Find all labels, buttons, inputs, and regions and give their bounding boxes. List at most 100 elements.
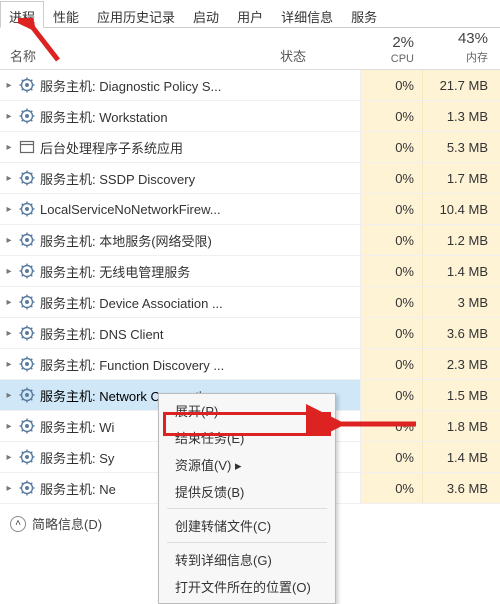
process-cpu: 0% — [360, 442, 422, 472]
memory-percent: 43% — [458, 30, 488, 47]
tab-3[interactable]: 启动 — [184, 1, 228, 28]
col-header-memory[interactable]: 43% 内存 — [422, 30, 500, 65]
expand-icon[interactable]: ▸ — [0, 390, 14, 401]
process-cpu: 0% — [360, 225, 422, 255]
table-row[interactable]: ▸ 服务主机: Diagnostic Policy S... 0%21.7 MB — [0, 70, 500, 101]
process-cpu: 0% — [360, 411, 422, 441]
process-name: 服务主机: Workstation — [40, 107, 280, 126]
process-memory: 1.4 MB — [422, 256, 500, 286]
process-name: 服务主机: Diagnostic Policy S... — [40, 76, 280, 95]
gear-icon — [18, 107, 36, 125]
tab-5[interactable]: 详细信息 — [272, 1, 342, 28]
process-cpu: 0% — [360, 132, 422, 162]
expand-icon[interactable]: ▸ — [0, 328, 14, 339]
menu-item[interactable]: 结束任务(E) — [161, 424, 333, 451]
process-memory: 3.6 MB — [422, 473, 500, 503]
gear-icon — [18, 417, 36, 435]
process-memory: 1.7 MB — [422, 163, 500, 193]
expand-icon[interactable]: ▸ — [0, 204, 14, 215]
process-cpu: 0% — [360, 163, 422, 193]
expand-icon[interactable]: ▸ — [0, 142, 14, 153]
expand-icon[interactable]: ▸ — [0, 452, 14, 463]
tab-4[interactable]: 用户 — [228, 1, 272, 28]
tab-1[interactable]: 性能 — [44, 1, 88, 28]
process-memory: 3.6 MB — [422, 318, 500, 348]
process-memory: 10.4 MB — [422, 194, 500, 224]
process-cpu: 0% — [360, 380, 422, 410]
gear-icon — [18, 386, 36, 404]
process-cpu: 0% — [360, 473, 422, 503]
process-name: 服务主机: SSDP Discovery — [40, 169, 280, 188]
process-cpu: 0% — [360, 287, 422, 317]
process-name: 服务主机: DNS Client — [40, 324, 280, 343]
menu-item[interactable]: 打开文件所在的位置(O) — [161, 573, 333, 600]
column-headers: 名称 状态 2% CPU 43% 内存 — [0, 28, 500, 70]
process-memory: 2.3 MB — [422, 349, 500, 379]
gear-icon — [18, 169, 36, 187]
process-cpu: 0% — [360, 349, 422, 379]
table-row[interactable]: ▸服务主机: Workstation0%1.3 MB — [0, 101, 500, 132]
process-cpu: 0% — [360, 256, 422, 286]
process-memory: 5.3 MB — [422, 132, 500, 162]
col-header-name[interactable]: 名称 — [0, 46, 280, 65]
cpu-label: CPU — [391, 53, 414, 65]
tab-2[interactable]: 应用历史记录 — [88, 1, 184, 28]
process-name: 服务主机: Function Discovery ... — [40, 355, 280, 374]
process-memory: 21.7 MB — [422, 70, 500, 100]
expand-icon[interactable]: ▸ — [0, 359, 14, 370]
process-memory: 1.2 MB — [422, 225, 500, 255]
details-toggle[interactable]: 简略信息(D) — [32, 514, 102, 533]
gear-icon — [18, 262, 36, 280]
chevron-up-icon[interactable]: ˄ — [10, 516, 26, 532]
gear-icon — [18, 324, 36, 342]
table-row[interactable]: ▸ 服务主机: SSDP Discovery 0%1.7 MB — [0, 163, 500, 194]
tab-6[interactable]: 服务 — [342, 1, 386, 28]
menu-item[interactable]: 展开(P) — [161, 397, 333, 424]
process-memory: 1.3 MB — [422, 101, 500, 131]
expand-icon[interactable]: ▸ — [0, 235, 14, 246]
expand-icon[interactable]: ▸ — [0, 80, 14, 91]
process-name: 服务主机: 本地服务(网络受限) — [40, 231, 280, 250]
table-row[interactable]: ▸ 服务主机: 无线电管理服务 0%1.4 MB — [0, 256, 500, 287]
table-row[interactable]: ▸服务主机: Device Association ...0%3 MB — [0, 287, 500, 318]
menu-item[interactable]: 转到详细信息(G) — [161, 546, 333, 573]
gear-icon — [18, 200, 36, 218]
menu-item[interactable]: 提供反馈(B) — [161, 478, 333, 505]
process-memory: 1.8 MB — [422, 411, 500, 441]
footer-bar: ˄ 简略信息(D) — [10, 514, 102, 533]
menu-item[interactable]: 资源值(V) ▸ — [161, 451, 333, 478]
expand-icon[interactable]: ▸ — [0, 173, 14, 184]
memory-label: 内存 — [466, 49, 488, 65]
process-memory: 1.4 MB — [422, 442, 500, 472]
window-icon — [18, 138, 36, 156]
col-header-status[interactable]: 状态 — [280, 46, 360, 65]
gear-icon — [18, 355, 36, 373]
menu-item[interactable]: 创建转储文件(C) — [161, 512, 333, 539]
process-name: 服务主机: 无线电管理服务 — [40, 262, 280, 281]
gear-icon — [18, 76, 36, 94]
cpu-percent: 2% — [392, 34, 414, 51]
menu-separator — [167, 508, 327, 509]
context-menu: 展开(P)结束任务(E)资源值(V) ▸提供反馈(B) 创建转储文件(C) 转到详细… — [158, 393, 336, 604]
table-row[interactable]: ▸LocalServiceNoNetworkFirew...0%10.4 MB — [0, 194, 500, 225]
process-cpu: 0% — [360, 318, 422, 348]
process-memory: 1.5 MB — [422, 380, 500, 410]
col-header-cpu[interactable]: 2% CPU — [360, 34, 422, 65]
process-name: 后台处理程序子系统应用 — [40, 138, 280, 157]
table-row[interactable]: ▸ 服务主机: DNS Client 0%3.6 MB — [0, 318, 500, 349]
expand-icon[interactable]: ▸ — [0, 266, 14, 277]
expand-icon[interactable]: ▸ — [0, 483, 14, 494]
expand-icon[interactable]: ▸ — [0, 111, 14, 122]
menu-separator — [167, 542, 327, 543]
gear-icon — [18, 448, 36, 466]
process-name: LocalServiceNoNetworkFirew... — [40, 202, 280, 217]
table-row[interactable]: ▸ 服务主机: Function Discovery ... 0%2.3 MB — [0, 349, 500, 380]
tab-0[interactable]: 进程 — [0, 1, 44, 28]
tab-bar: 进程性能应用历史记录启动用户详细信息服务 — [0, 0, 500, 28]
table-row[interactable]: ▸ 服务主机: 本地服务(网络受限) 0%1.2 MB — [0, 225, 500, 256]
process-cpu: 0% — [360, 70, 422, 100]
expand-icon[interactable]: ▸ — [0, 421, 14, 432]
expand-icon[interactable]: ▸ — [0, 297, 14, 308]
process-memory: 3 MB — [422, 287, 500, 317]
table-row[interactable]: ▸ 后台处理程序子系统应用 0%5.3 MB — [0, 132, 500, 163]
